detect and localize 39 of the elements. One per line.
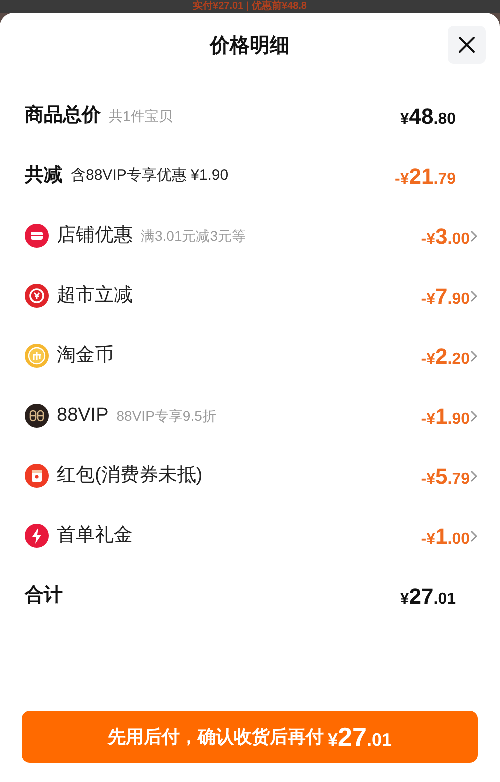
chevron-icon[interactable] <box>470 230 478 242</box>
row-label: 共减 <box>25 164 63 188</box>
close-icon <box>458 36 476 54</box>
row-note: 88VIP专享9.5折 <box>116 406 216 426</box>
amount-text: -¥3.00 <box>421 222 470 250</box>
chevron-icon[interactable] <box>470 470 478 482</box>
amount-text: -¥1.00 <box>421 522 470 550</box>
envelope-icon <box>25 464 49 488</box>
chevron-icon[interactable] <box>470 410 478 422</box>
pay-later-button[interactable]: 先用后付，确认收货后再付 ¥27.01 <box>22 711 478 763</box>
sheet-title: 价格明细 <box>210 34 290 59</box>
amount-text: -¥1.90 <box>421 402 470 430</box>
lightning-icon <box>25 524 49 548</box>
row-label: 首单礼金 <box>57 524 133 548</box>
coin-icon <box>25 344 49 368</box>
row-label: 淘金币 <box>57 344 114 368</box>
amount-text: -¥21.79 <box>395 162 456 190</box>
row-label: 88VIP <box>57 404 109 428</box>
amount-text: -¥5.79 <box>421 462 470 490</box>
row-note: 含88VIP专享优惠 ¥1.90 <box>71 166 229 186</box>
row-note: 共1件宝贝 <box>109 106 173 126</box>
backdrop-text: 实付¥27.01 | 优惠前¥48.8 <box>193 0 307 12</box>
close-button[interactable] <box>448 26 486 64</box>
row-label: 红包(消费券未抵) <box>57 464 203 488</box>
chevron-icon[interactable] <box>470 350 478 362</box>
row-label: 合计 <box>25 584 63 608</box>
row-label: 商品总价 <box>25 104 101 128</box>
chevron-icon[interactable] <box>470 530 478 542</box>
yuan-icon <box>25 284 49 308</box>
amount-text: ¥27.01 <box>400 582 456 610</box>
shop-icon <box>25 224 49 248</box>
amount-text: -¥7.90 <box>421 282 470 310</box>
vip-badge-icon <box>25 404 49 428</box>
row-note: 满3.01元减3元等 <box>141 226 246 246</box>
row-label: 超市立减 <box>57 284 133 308</box>
amount-text: -¥2.20 <box>421 342 470 370</box>
row-label: 店铺优惠 <box>57 224 133 248</box>
chevron-icon[interactable] <box>470 290 478 302</box>
amount-text: ¥48.80 <box>400 102 456 130</box>
